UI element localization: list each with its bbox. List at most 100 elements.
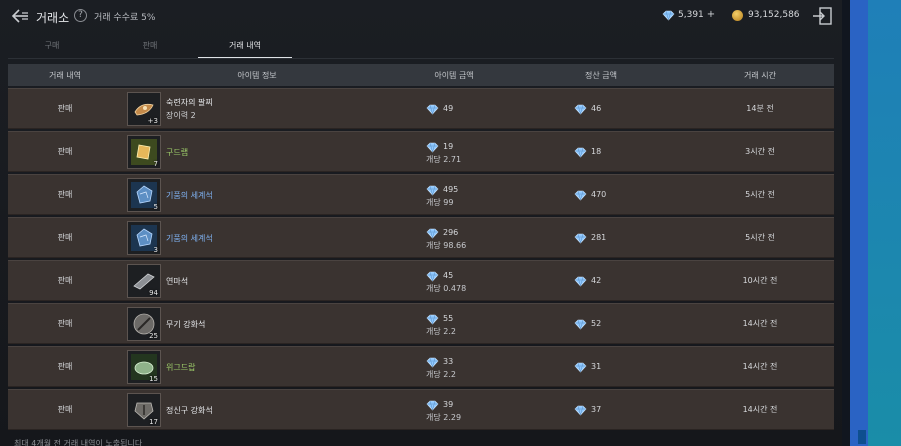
item-price: 55 — [443, 314, 454, 323]
item-quantity: 15 — [149, 375, 158, 383]
settle-gem-icon — [574, 190, 587, 201]
item-name: 위그드랍 — [166, 363, 196, 372]
item-price: 49 — [443, 104, 454, 113]
item-name: 구드랩 — [166, 148, 189, 157]
unit-price: 개당 2.2 — [426, 370, 456, 379]
gem-icon — [662, 10, 675, 21]
price-gem-icon — [426, 228, 439, 239]
trade-time: 14시간 전 — [742, 319, 778, 328]
settle-gem-icon — [574, 104, 587, 115]
table-body: 판매 +3 숙련자의 팔찌 장이력 2 49 46 14분 전 판매 7 구드랩… — [8, 88, 834, 432]
settle-gem-icon — [574, 147, 587, 158]
item-price: 19 — [443, 142, 454, 151]
back-arrow-icon[interactable] — [10, 8, 30, 24]
table-header: 거래 내역 아이템 정보 아이템 금액 정산 금액 거래 시간 — [8, 64, 834, 86]
gold-coin-icon — [732, 10, 743, 21]
table-row[interactable]: 판매 3 기품의 세계석 296 개당 98.66 281 5시간 전 — [8, 217, 834, 258]
item-quantity: 94 — [149, 289, 158, 297]
item-price: 45 — [443, 271, 454, 280]
trade-time: 14분 전 — [746, 104, 774, 113]
table-row[interactable]: 판매 94 연마석 45 개당 0.478 42 10시간 전 — [8, 260, 834, 301]
item-name: 정신구 강화석 — [166, 406, 213, 415]
settlement-amount: 52 — [591, 319, 602, 328]
item-name: 무기 강화석 — [166, 320, 206, 329]
settlement-amount: 18 — [591, 147, 602, 156]
item-thumbnail: 7 — [127, 135, 161, 169]
trade-type: 판매 — [57, 147, 73, 156]
trade-type: 판매 — [57, 233, 73, 242]
item-quantity: +3 — [147, 117, 158, 125]
settlement-amount: 31 — [591, 362, 602, 371]
settle-gem-icon — [574, 405, 587, 416]
item-quantity: 17 — [149, 418, 158, 426]
item-price: 495 — [443, 185, 459, 194]
item-quantity: 7 — [153, 160, 158, 168]
unit-price: 개당 0.478 — [426, 284, 467, 293]
help-icon[interactable]: ? — [74, 9, 87, 22]
item-price: 33 — [443, 357, 454, 366]
settle-gem-icon — [574, 319, 587, 330]
price-gem-icon — [426, 271, 439, 282]
price-gem-icon — [426, 400, 439, 411]
desktop-edge — [842, 0, 901, 446]
table-row[interactable]: 판매 25 무기 강화석 55 개당 2.2 52 14시간 전 — [8, 303, 834, 344]
price-gem-icon — [426, 357, 439, 368]
exchange-window: 거래소 ? 거래 수수료 5% 5,391 + 93,152,586 구매 판매… — [0, 0, 842, 446]
column-header-type: 거래 내역 — [49, 70, 81, 80]
table-row[interactable]: 판매 7 구드랩 19 개당 2.71 18 3시간 전 — [8, 131, 834, 172]
add-gem-button[interactable]: + — [706, 10, 716, 20]
item-thumbnail: 25 — [127, 307, 161, 341]
tab-buy[interactable]: 구매 — [20, 38, 84, 58]
item-name: 숙련자의 팔찌 — [166, 98, 213, 107]
table-row[interactable]: 판매 +3 숙련자의 팔찌 장이력 2 49 46 14분 전 — [8, 88, 834, 129]
item-price: 39 — [443, 400, 454, 409]
settle-gem-icon — [574, 362, 587, 373]
trade-type: 판매 — [57, 104, 73, 113]
item-thumbnail: 15 — [127, 350, 161, 384]
tab-sell[interactable]: 판매 — [118, 38, 182, 58]
trade-time: 14시간 전 — [742, 405, 778, 414]
settlement-amount: 46 — [591, 104, 602, 113]
settlement-amount: 470 — [591, 190, 607, 199]
trade-time: 10시간 전 — [742, 276, 778, 285]
trade-time: 3시간 전 — [745, 147, 775, 156]
trade-type: 판매 — [57, 362, 73, 371]
unit-price: 개당 2.29 — [426, 413, 462, 422]
gem-balance: 5,391 — [678, 10, 704, 20]
trade-type: 판매 — [57, 276, 73, 285]
item-name: 연마석 — [166, 277, 189, 286]
gold-balance: 93,152,586 — [748, 10, 800, 20]
settlement-amount: 37 — [591, 405, 602, 414]
price-gem-icon — [426, 314, 439, 325]
price-gem-icon — [426, 104, 439, 115]
table-row[interactable]: 판매 5 기품의 세계석 495 개당 99 470 5시간 전 — [8, 174, 834, 215]
price-gem-icon — [426, 185, 439, 196]
item-quantity: 25 — [149, 332, 158, 340]
tab-history[interactable]: 거래 내역 — [198, 38, 292, 58]
price-gem-icon — [426, 142, 439, 153]
item-thumbnail: 94 — [127, 264, 161, 298]
trade-type: 판매 — [57, 190, 73, 199]
unit-price: 개당 2.71 — [426, 155, 462, 164]
trade-time: 5시간 전 — [745, 233, 775, 242]
unit-price: 개당 99 — [426, 198, 454, 207]
item-thumbnail: 3 — [127, 221, 161, 255]
table-row[interactable]: 판매 15 위그드랍 33 개당 2.2 31 14시간 전 — [8, 346, 834, 387]
settle-gem-icon — [574, 276, 587, 287]
header: 거래소 ? 거래 수수료 5% 5,391 + 93,152,586 — [0, 0, 842, 34]
item-name: 기품의 세계석 — [166, 191, 213, 200]
table-row[interactable]: 판매 17 정신구 강화석 39 개당 2.29 37 14시간 전 — [8, 389, 834, 430]
item-subtitle: 장이력 2 — [166, 111, 196, 120]
item-thumbnail: 5 — [127, 178, 161, 212]
settle-gem-icon — [574, 233, 587, 244]
unit-price: 개당 2.2 — [426, 327, 456, 336]
trade-type: 판매 — [57, 319, 73, 328]
column-header-settle: 정산 금액 — [585, 70, 617, 80]
item-price: 296 — [443, 228, 459, 237]
exit-icon[interactable] — [812, 7, 832, 25]
item-thumbnail: +3 — [127, 92, 161, 126]
item-quantity: 5 — [153, 203, 158, 211]
column-header-time: 거래 시간 — [744, 70, 776, 80]
footer-note: 최대 4개월 전 거래 내역이 노출됩니다 — [14, 439, 143, 446]
trade-time: 5시간 전 — [745, 190, 775, 199]
